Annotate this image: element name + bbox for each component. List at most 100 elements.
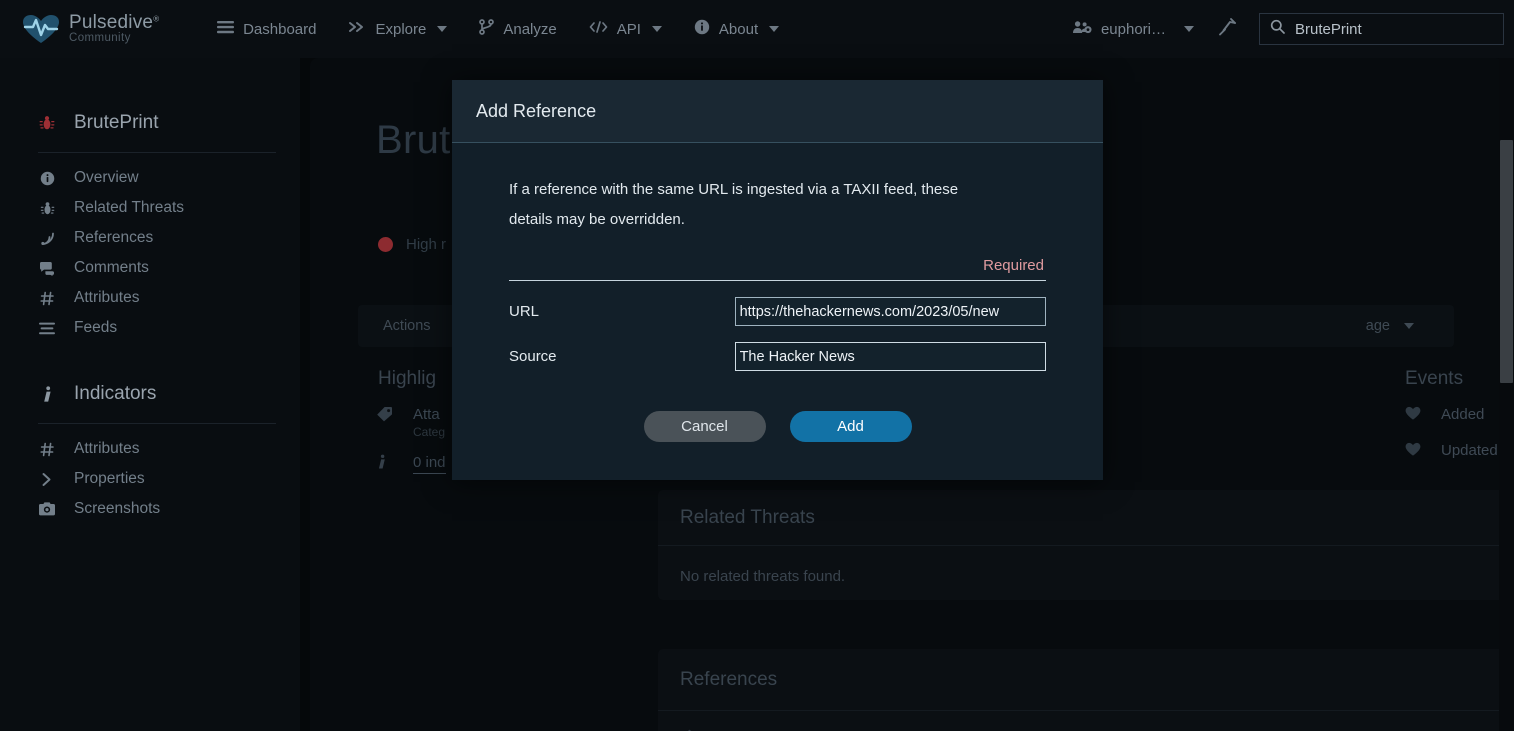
sidebar-item-properties[interactable]: Properties — [0, 464, 300, 494]
highlight-row-indicators: 0 ind — [376, 454, 446, 475]
nav-item-analyze[interactable]: Analyze — [463, 0, 572, 58]
sidebar-label-properties: Properties — [74, 470, 145, 487]
chevron-down-icon — [651, 26, 662, 32]
bug-red-icon — [38, 115, 56, 131]
modal-body: If a reference with the same URL is inge… — [452, 143, 1103, 442]
user-menu[interactable]: euphori… — [1063, 20, 1204, 39]
brand-name: Pulsedive — [69, 12, 154, 34]
sidebar-divider — [38, 152, 276, 153]
sidebar-label-feeds: Feeds — [74, 319, 118, 336]
sidebar-label-overview: Overview — [74, 169, 139, 186]
nav-item-api[interactable]: API — [573, 0, 678, 58]
nav-item-about[interactable]: About — [678, 0, 795, 58]
sidebar-item-comments[interactable]: Comments — [0, 253, 300, 283]
indicators-count-link[interactable]: 0 ind — [413, 454, 446, 474]
rss-icon — [38, 231, 56, 246]
nav-item-dashboard[interactable]: Dashboard — [201, 0, 332, 58]
add-button[interactable]: Add — [789, 411, 912, 442]
hamburger-icon — [217, 20, 235, 38]
heart-pulse-icon — [22, 14, 60, 44]
bug-icon — [38, 201, 56, 216]
url-field-label: URL — [509, 303, 540, 320]
code-icon — [589, 20, 608, 38]
brand-registered-mark: ® — [153, 14, 160, 24]
url-field[interactable] — [734, 297, 1046, 326]
actions-button[interactable]: Actions — [383, 318, 431, 334]
branch-icon — [479, 19, 495, 39]
form-row-url: URL — [509, 297, 1046, 326]
list-icon — [38, 322, 56, 335]
brand-tagline: Community — [69, 32, 131, 45]
search-input-value: BrutePrint — [1295, 20, 1362, 38]
sidebar-item-attributes-indicator[interactable]: Attributes — [0, 434, 300, 464]
sidebar-label-attributes-indicator: Attributes — [74, 440, 140, 457]
sidebar-item-overview[interactable]: Overview — [0, 163, 300, 193]
tools-button[interactable] — [1204, 17, 1251, 41]
info-circle-icon — [694, 19, 710, 39]
modal-action-buttons: Cancel Add — [509, 411, 1046, 442]
page-scrollbar-thumb[interactable] — [1500, 140, 1513, 383]
event-row-added: Added 2023-05-29 12:04:16 1 minute ago — [1405, 406, 1514, 436]
related-threats-empty: No related threats found. — [680, 568, 846, 585]
nav-label-api: API — [616, 20, 641, 38]
nav-label-about: About — [718, 20, 759, 38]
related-threats-title: Related Threats — [680, 506, 815, 528]
event-row-updated: Updated 2023-05-29 12:04:16 1 minute ago — [1405, 442, 1514, 472]
sidebar-label-screenshots: Screenshots — [74, 500, 161, 517]
cancel-button[interactable]: Cancel — [643, 411, 766, 442]
highlight-attack-label: Atta — [413, 406, 440, 423]
nav-label-analyze: Analyze — [503, 20, 557, 38]
sidebar-item-references[interactable]: References — [0, 223, 300, 253]
sidebar-divider — [38, 423, 276, 424]
sidebar-item-screenshots[interactable]: Screenshots — [0, 494, 300, 524]
camera-icon — [38, 502, 56, 516]
sidebar-label-related-threats: Related Threats — [74, 199, 184, 216]
sidebar-item-feeds[interactable]: Feeds — [0, 313, 300, 343]
sidebar-label-references: References — [74, 229, 154, 246]
chevron-down-icon — [1184, 26, 1194, 32]
sidebar-label-attributes-threat: Attributes — [74, 289, 140, 306]
page-scrollbar-track[interactable] — [1499, 58, 1514, 731]
references-section: References All Latest News Manage Primar… — [658, 649, 1514, 731]
highlight-row-attack: Atta Categ — [376, 406, 445, 439]
source-field-label: Source — [509, 348, 557, 365]
chevron-right-icon — [38, 472, 56, 487]
source-field[interactable] — [734, 342, 1046, 371]
modal-header: Add Reference — [452, 80, 1103, 143]
info-italic-icon — [376, 454, 394, 475]
sidebar-label-comments: Comments — [74, 259, 149, 276]
page-title: Brut — [376, 118, 451, 162]
chevron-down-icon — [437, 26, 448, 32]
add-reference-modal: Add Reference If a reference with the sa… — [452, 80, 1103, 480]
highlight-attack-sublabel: Categ — [413, 425, 446, 439]
brand-logo-link[interactable]: Pulsedive® Community — [22, 13, 159, 45]
sidebar-section-header-indicators: Indicators — [0, 377, 300, 411]
hash-icon — [38, 291, 56, 306]
info-circle-icon — [38, 171, 56, 186]
page-size-dropdown[interactable]: age — [1366, 318, 1414, 334]
hash-icon — [38, 442, 56, 457]
search-input[interactable]: BrutePrint — [1259, 13, 1504, 45]
nav-item-explore[interactable]: Explore — [332, 0, 463, 58]
hammer-icon — [1218, 17, 1237, 41]
comments-icon — [38, 261, 56, 276]
nav-right-group: euphori… BrutePrint — [1063, 13, 1504, 45]
search-icon — [1270, 19, 1285, 39]
references-header: References All Latest News — [658, 649, 1514, 711]
form-divider — [509, 280, 1046, 281]
sidebar-item-attributes-threat[interactable]: Attributes — [0, 283, 300, 313]
modal-note: If a reference with the same URL is inge… — [509, 181, 959, 228]
heart-icon — [1405, 442, 1423, 461]
primary-nav-items: Dashboard Explore Analyze API About — [201, 0, 795, 58]
modal-title: Add Reference — [476, 100, 597, 121]
info-italic-icon — [38, 385, 56, 403]
nav-label-explore: Explore — [375, 20, 427, 38]
chevron-down-icon — [769, 26, 780, 32]
nav-label-dashboard: Dashboard — [243, 20, 317, 38]
required-label: Required — [983, 257, 1044, 274]
sidebar-section-title-indicators: Indicators — [74, 383, 157, 404]
sidebar-item-related-threats[interactable]: Related Threats — [0, 193, 300, 223]
form-row-source: Source — [509, 342, 1046, 371]
chevrons-right-icon — [348, 20, 366, 38]
